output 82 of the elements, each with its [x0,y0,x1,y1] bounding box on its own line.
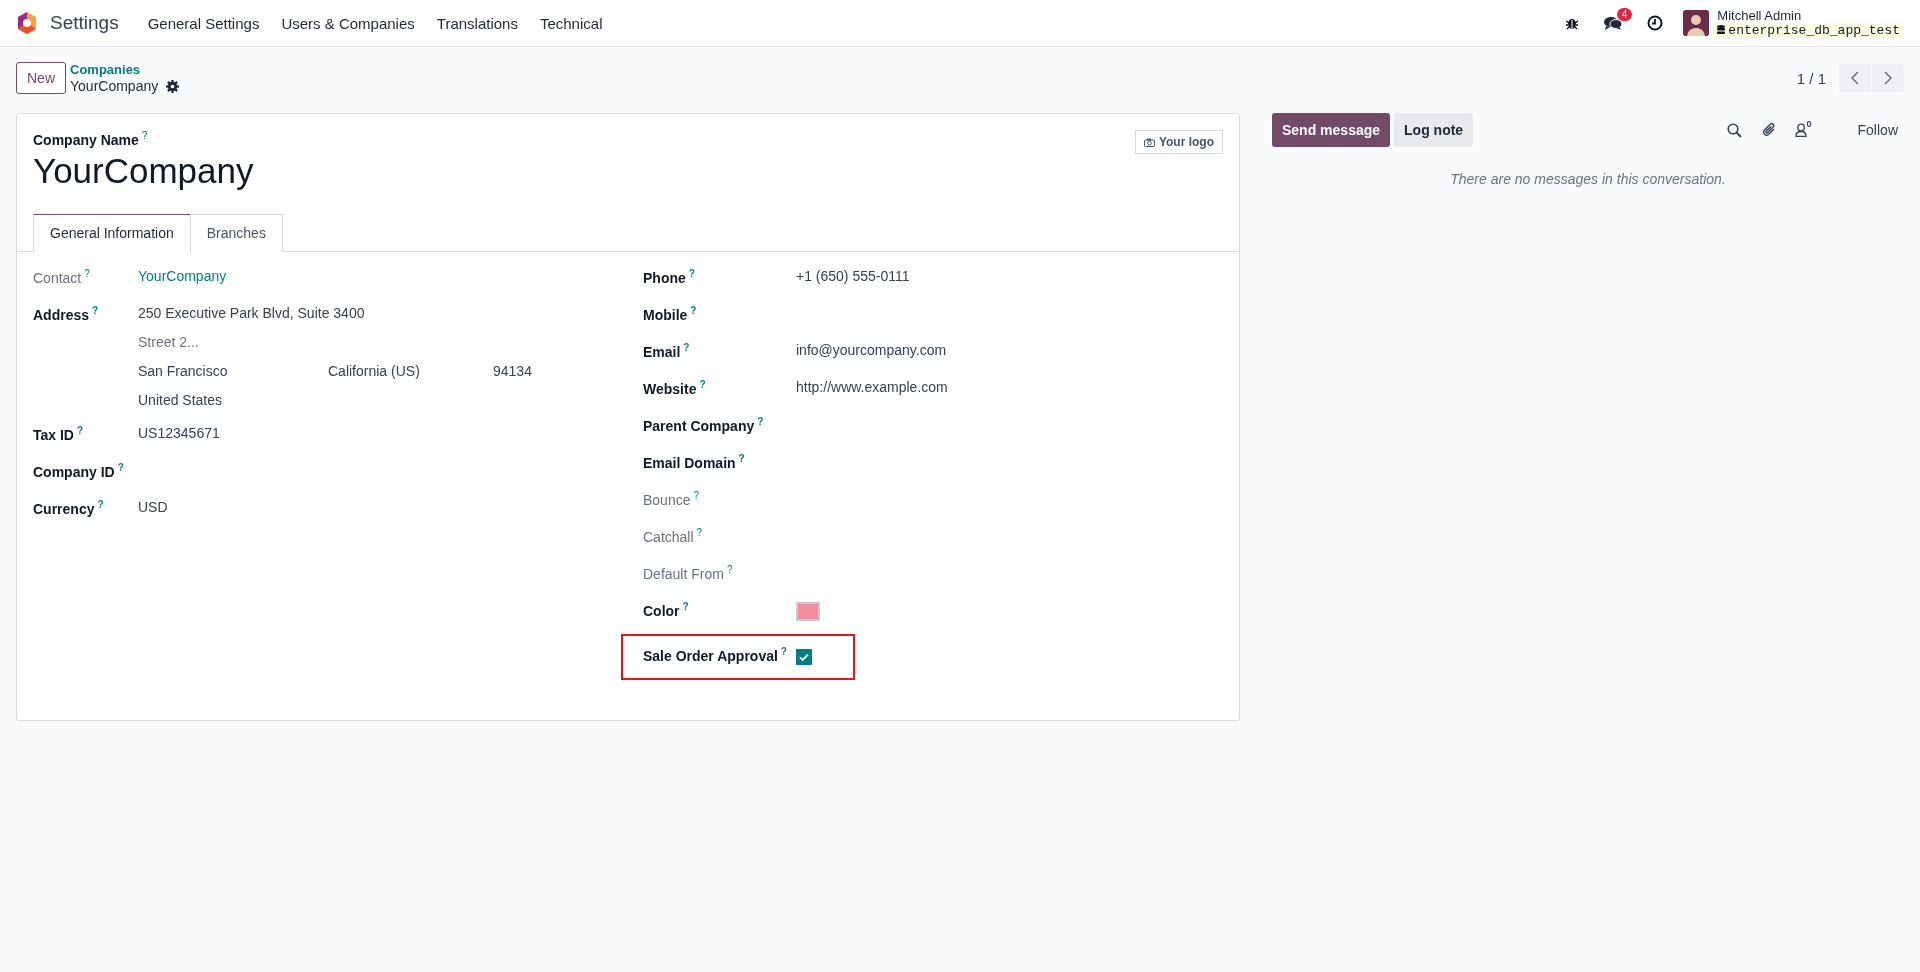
breadcrumb-link[interactable]: Companies [70,61,180,78]
logo-button[interactable]: Your logo [1134,130,1223,154]
field-label: Company Name [33,131,139,148]
chevron-right-icon [1883,71,1893,85]
clock-icon[interactable] [1647,15,1664,31]
chevron-left-icon [1850,71,1860,85]
field-value[interactable]: +1 (650) 555-0111 [796,267,910,284]
field-label: Company ID [33,463,115,480]
database-icon [1717,25,1726,35]
record-name: YourCompany [70,78,159,95]
country-field[interactable]: United States [138,391,223,408]
field-label: Currency [33,500,95,517]
help-tooltip[interactable]: ? [688,267,695,279]
field-value[interactable]: US12345671 [138,424,220,441]
chat-icon[interactable] [1603,15,1624,31]
field-label: Tax ID [33,426,74,443]
help-tooltip[interactable]: ? [682,600,689,612]
help-tooltip[interactable]: ? [117,461,124,473]
state-field[interactable]: California (US) [328,362,493,392]
field-label: Email Domain [643,454,736,471]
help-tooltip[interactable]: ? [699,378,706,390]
field-label: Catchall [643,528,694,545]
field-label: Email [643,343,681,360]
app-title[interactable]: Settings [50,12,119,34]
tab[interactable]: General Information [33,213,191,252]
send-message-button[interactable]: Send message [1272,113,1391,147]
street-field[interactable]: 250 Executive Park Blvd, Suite 3400 [138,304,365,321]
menu-item[interactable]: Translations [425,14,529,32]
help-tooltip[interactable]: ? [693,489,700,501]
help-tooltip[interactable]: ? [84,267,90,279]
user-name: Mitchell Admin [1717,8,1803,23]
app-logo-icon[interactable] [16,11,38,35]
help-tooltip[interactable]: ? [757,415,764,427]
tab[interactable]: Branches [190,213,283,252]
help-tooltip[interactable]: ? [141,130,148,141]
help-tooltip[interactable]: ? [696,526,703,538]
field-label: Address [33,306,90,323]
log-note-button[interactable]: Log note [1394,113,1474,147]
city-field[interactable]: San Francisco [138,362,328,392]
pager-value: 1 / 1 [1796,69,1826,87]
checkbox[interactable] [796,648,812,665]
menu-item[interactable]: General Settings [136,14,271,32]
field-label: Website [643,380,697,397]
database-name: enterprise_db_app_test [1728,22,1900,38]
follow-button[interactable]: Follow [1851,121,1904,139]
street2-field[interactable]: Street 2... [138,333,199,350]
help-tooltip[interactable]: ? [92,304,99,316]
help-tooltip[interactable]: ? [97,498,104,510]
help-tooltip[interactable]: ? [726,563,733,575]
followers-count: 0 [1806,119,1812,129]
notification-badge: 4 [1616,8,1633,21]
zip-field[interactable]: 94134 [493,362,643,392]
menu-item[interactable]: Technical [528,14,614,32]
paperclip-icon[interactable] [1761,122,1777,138]
field-label: Mobile [643,306,688,323]
help-tooltip[interactable]: ? [780,645,787,657]
field-label: Bounce [643,491,691,508]
field-value[interactable]: http://www.example.com [796,378,948,395]
contact-link[interactable]: YourCompany [138,267,227,284]
followers-icon[interactable] [1794,123,1807,137]
camera-icon [1143,137,1155,147]
company-name-field[interactable]: YourCompany [33,149,1135,192]
field-label: Default From [643,565,724,582]
field-value[interactable]: info@yourcompany.com [796,341,947,358]
help-tooltip[interactable]: ? [690,304,697,316]
settings-icon[interactable] [166,80,180,93]
menu-item[interactable]: Users & Companies [270,14,426,32]
field-label: Contact [33,269,82,286]
search-icon[interactable] [1726,122,1742,138]
help-tooltip[interactable]: ? [683,341,690,353]
field-value[interactable]: USD [138,498,168,515]
help-tooltip[interactable]: ? [77,424,84,436]
bug-icon[interactable] [1565,16,1580,30]
field-label: Phone [643,269,686,286]
field-label: Parent Company [643,417,755,434]
new-button[interactable]: New [16,62,66,94]
help-tooltip[interactable]: ? [738,452,745,464]
field-label: Sale Order Approval [643,647,778,664]
empty-message: There are no messages in this conversation. [1449,171,1727,187]
field-label: Color [643,602,680,619]
avatar-silhouette[interactable] [1683,10,1710,36]
color-swatch[interactable] [796,601,820,621]
